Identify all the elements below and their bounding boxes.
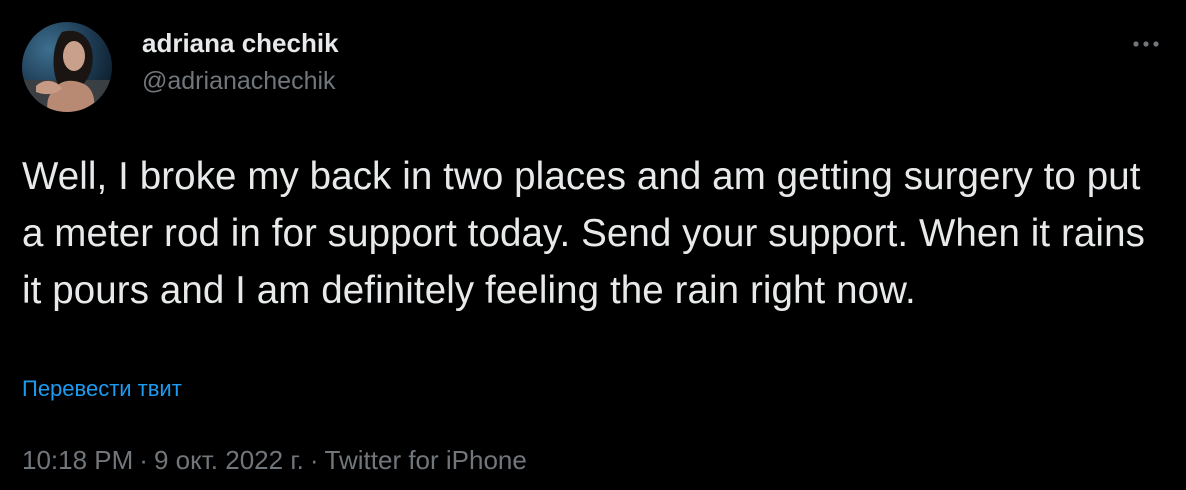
more-horizontal-icon [1133, 41, 1159, 47]
separator: · [139, 445, 148, 475]
author-names: adriana chechik @adrianachechik [142, 26, 339, 98]
more-options-button[interactable] [1128, 32, 1164, 56]
tweet-time[interactable]: 10:18 PM [22, 445, 133, 475]
tweet-text: Well, I broke my back in two places and … [22, 155, 1145, 312]
avatar-image [22, 22, 112, 112]
tweet-card: adriana chechik @adrianachechik Well, I … [0, 0, 1186, 490]
avatar[interactable] [22, 22, 112, 112]
tweet-date[interactable]: 9 окт. 2022 г. [154, 445, 304, 475]
user-handle[interactable]: @adrianachechik [142, 64, 339, 98]
tweet-metadata: 10:18 PM · 9 окт. 2022 г. · Twitter for iPho… [22, 443, 527, 477]
tweet-source[interactable]: Twitter for iPhone [325, 445, 527, 475]
translate-tweet-link[interactable]: Перевести твит [22, 374, 182, 404]
separator: · [309, 445, 319, 475]
display-name[interactable]: adriana chechik [142, 26, 339, 60]
